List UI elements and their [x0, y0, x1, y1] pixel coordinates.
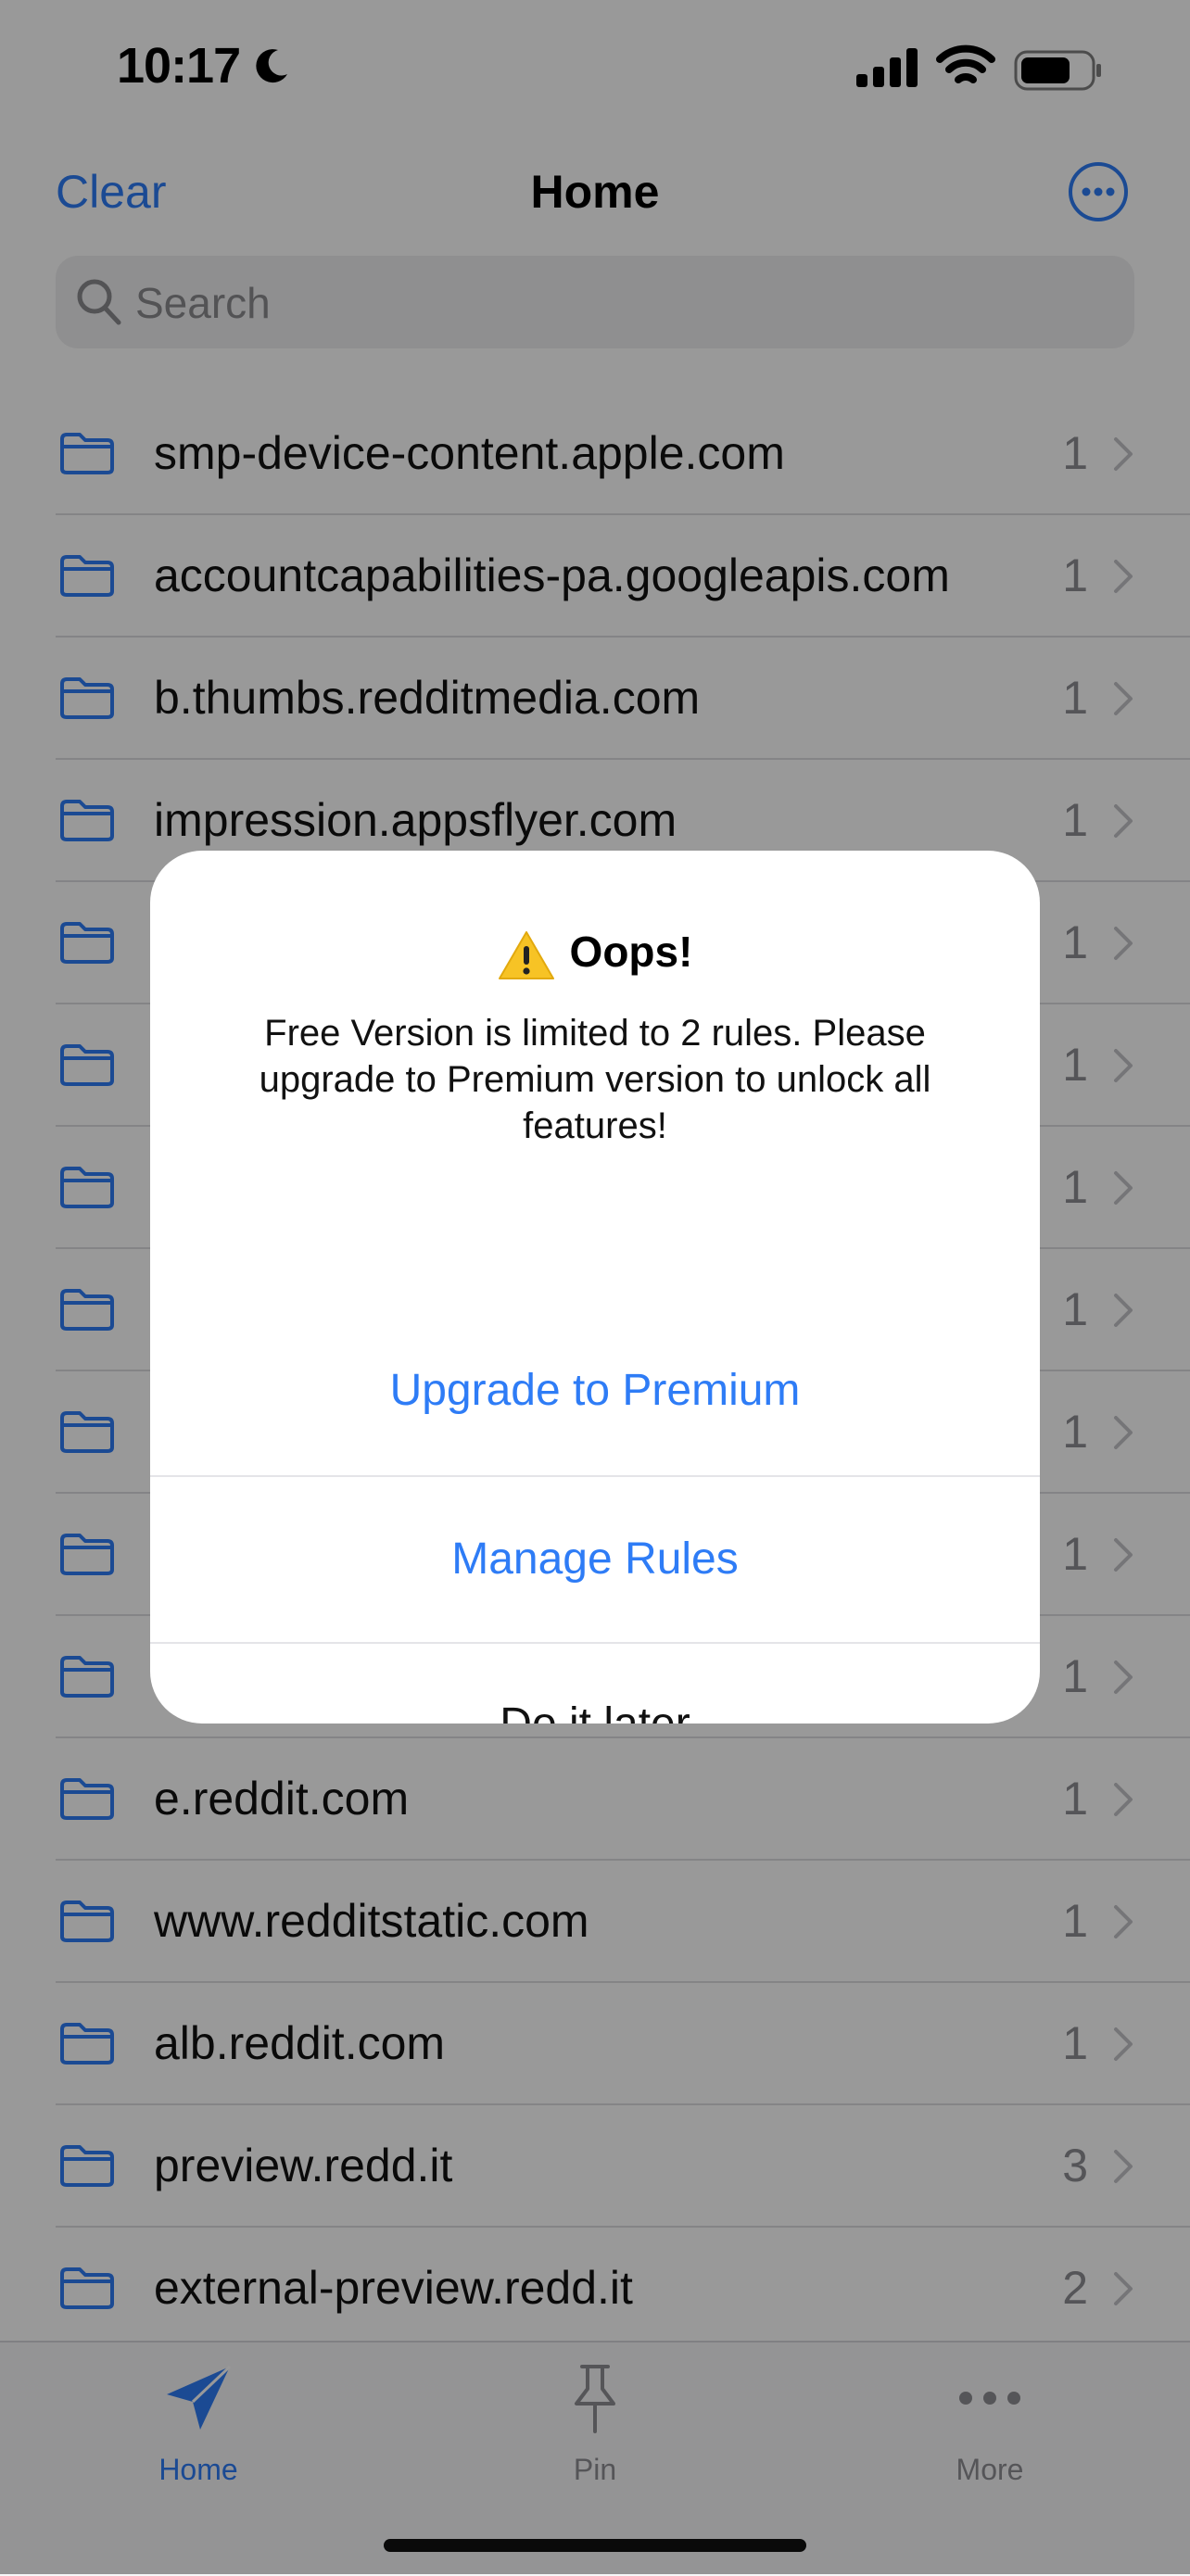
do-it-later-button[interactable]: Do it later [150, 1642, 1040, 1724]
warning-icon [498, 930, 554, 979]
do-it-later-label: Do it later [150, 1642, 1040, 1724]
upgrade-alert: Oops! Free Version is limited to 2 rules… [150, 851, 1040, 1724]
manage-rules-button[interactable]: Manage Rules [150, 1475, 1040, 1642]
alert-message: Free Version is limited to 2 rules. Plea… [259, 1013, 931, 1146]
upgrade-button[interactable]: Upgrade to Premium [150, 1308, 1040, 1473]
screen: 10:17 Clear Home Search smp-device-conte… [0, 0, 1190, 2576]
alert-title: Oops! [150, 927, 1040, 980]
alert-title-text: Oops! [569, 928, 693, 976]
